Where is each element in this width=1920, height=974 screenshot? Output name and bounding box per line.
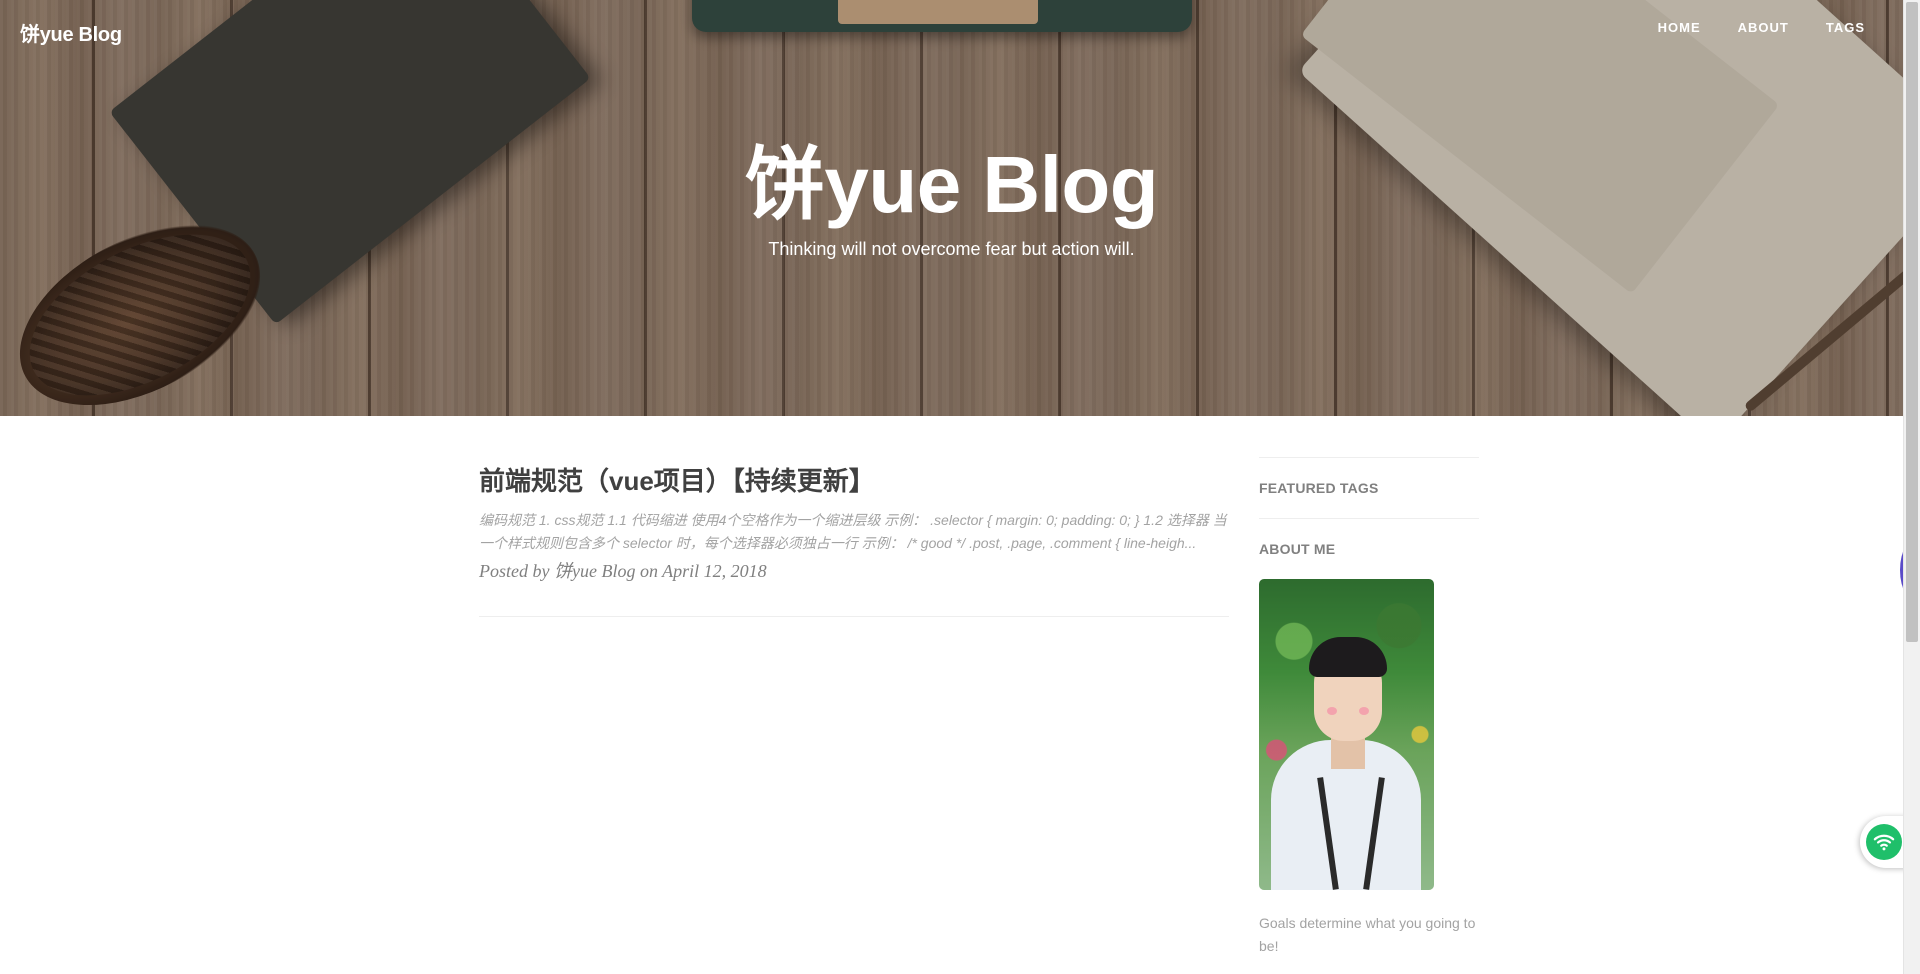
page-scrollbar[interactable] xyxy=(1903,0,1920,974)
post-meta: Posted by 饼yue Blog on April 12, 2018 xyxy=(479,561,767,582)
site-subtitle: Thinking will not overcome fear but acti… xyxy=(768,239,1135,259)
nav-about-link[interactable]: ABOUT xyxy=(1738,20,1789,35)
about-text: Goals determine what you going to be! xyxy=(1259,915,1476,954)
nav-tags-link[interactable]: TAGS xyxy=(1826,20,1865,35)
site-title: 饼yue Blog xyxy=(744,140,1159,229)
wifi-icon[interactable] xyxy=(1866,824,1902,860)
about-me-heading: ABOUT ME xyxy=(1259,541,1336,557)
post-title-link[interactable]: 前端规范（vue项目）【持续更新】 xyxy=(479,466,1229,497)
brand-link[interactable]: 饼yue Blog xyxy=(20,18,122,47)
nav-home-link[interactable]: HOME xyxy=(1658,20,1701,35)
featured-tags-heading: FEATURED TAGS xyxy=(1259,480,1379,496)
avatar xyxy=(1259,579,1434,890)
site-heading: 饼yue Blog Thinking will not overcome fea… xyxy=(0,145,1903,260)
scrollbar-thumb[interactable] xyxy=(1906,2,1918,642)
post-divider xyxy=(479,616,1229,617)
main-nav: HOME ABOUT TAGS xyxy=(1621,20,1865,35)
post-preview: 前端规范（vue项目）【持续更新】 编码规范 1. css规范 1.1 代码缩进… xyxy=(479,466,1229,583)
hero-header: 饼yue Blog HOME ABOUT TAGS 饼yue Blog Thin… xyxy=(0,0,1903,416)
sidebar-divider xyxy=(1259,518,1479,519)
avatar-cheek xyxy=(1327,707,1337,715)
avatar-cheek xyxy=(1359,707,1369,715)
post-excerpt[interactable]: 编码规范 1. css规范 1.1 代码缩进 使用4个空格作为一个缩进层级 示例… xyxy=(479,509,1229,555)
sidebar-divider xyxy=(1259,457,1479,458)
sidebar: FEATURED TAGS ABOUT ME Goals determine w… xyxy=(1259,457,1479,958)
